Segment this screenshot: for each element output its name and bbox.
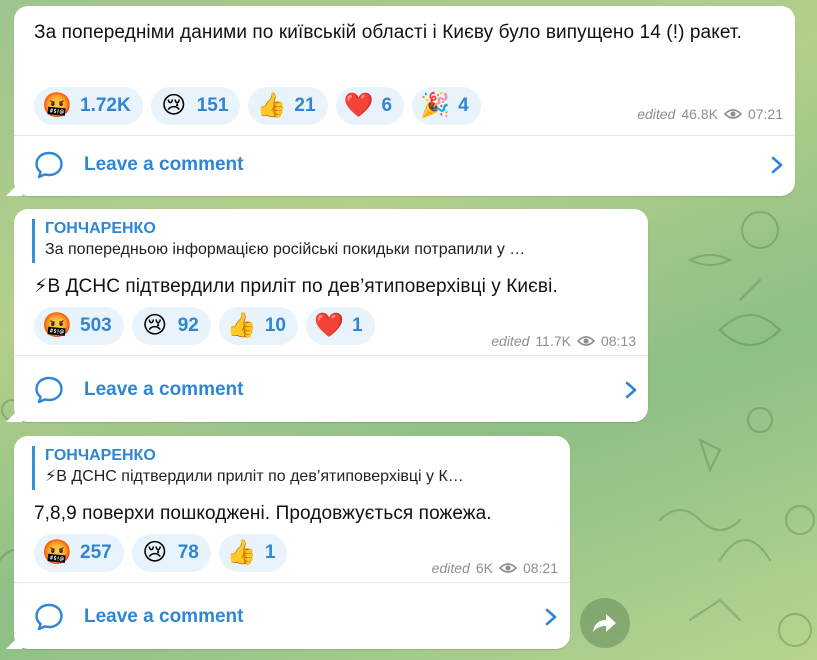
reply-text: ⚡В ДСНС підтвердили приліт по дев’ятипов…	[45, 468, 464, 485]
reactions-row: 🤬 503 😢 92 👍 10 ❤️ 1	[34, 307, 375, 345]
message-text: ⚡В ДСНС підтвердили приліт по дев’ятипов…	[34, 276, 558, 297]
crying-face-icon: 😢	[142, 539, 168, 566]
message-text: 7,8,9 поверхи пошкоджені. Продовжується …	[34, 503, 492, 524]
reaction-count: 1	[264, 542, 276, 563]
reaction-count: 4	[458, 95, 469, 116]
message-text: За попередніми даними по київській облас…	[34, 22, 742, 43]
reaction-count: 21	[294, 95, 316, 116]
reaction-count: 6	[381, 95, 393, 116]
eye-icon	[498, 563, 517, 573]
leave-comment-button[interactable]: Leave a comment	[34, 149, 784, 181]
divider	[14, 355, 648, 356]
reaction-crying[interactable]: 😢 92	[131, 307, 211, 345]
party-popper-icon: 🎉	[420, 92, 451, 119]
thumbs-up-icon: 👍	[226, 312, 257, 339]
leave-comment-button[interactable]: Leave a comment	[34, 601, 558, 633]
chevron-right-icon	[545, 608, 557, 626]
thumbs-up-icon: 👍	[256, 92, 287, 119]
reaction-heart[interactable]: ❤️ 1	[305, 307, 375, 345]
reaction-angry[interactable]: 🤬 257	[34, 534, 124, 572]
message-meta: edited 6K 08:21	[432, 560, 558, 576]
reaction-count: 10	[264, 315, 286, 336]
reaction-angry[interactable]: 🤬 503	[34, 307, 124, 345]
reaction-party[interactable]: 🎉 4	[412, 87, 481, 125]
reaction-thumbs-up[interactable]: 👍 21	[248, 87, 328, 125]
leave-comment-label: Leave a comment	[84, 606, 244, 627]
leave-comment-button[interactable]: Leave a comment	[34, 374, 638, 406]
leave-comment-label: Leave a comment	[84, 154, 244, 175]
share-arrow-icon	[593, 614, 616, 632]
red-heart-icon: ❤️	[314, 312, 344, 339]
eye-icon	[723, 109, 742, 119]
share-button[interactable]	[580, 598, 630, 648]
reaction-count: 1	[351, 315, 363, 336]
reactions-row: 🤬 257 😢 78 👍 1	[34, 534, 288, 572]
leave-comment-label: Leave a comment	[84, 379, 244, 400]
angry-face-icon: 🤬	[42, 312, 72, 339]
message-time: 08:13	[600, 333, 636, 349]
reply-author: ГОНЧАРЕНКО	[45, 447, 156, 464]
message-meta: edited 11.7K 08:13	[491, 333, 636, 349]
message-bubble-2: ГОНЧАРЕНКО За попередньою інформацією ро…	[14, 209, 648, 422]
view-count: 6K	[475, 560, 493, 576]
reaction-count: 151	[196, 95, 229, 116]
crying-face-icon: 😢	[142, 312, 168, 339]
edited-label: edited	[491, 333, 530, 349]
reply-preview[interactable]: ГОНЧАРЕНКО За попередньою інформацією ро…	[32, 219, 645, 263]
divider	[14, 582, 570, 583]
reaction-count: 92	[177, 315, 199, 336]
crying-face-icon: 😢	[161, 92, 187, 119]
reply-text: За попередньою інформацією російські пок…	[45, 241, 526, 258]
reaction-thumbs-up[interactable]: 👍 1	[218, 534, 288, 572]
reply-author: ГОНЧАРЕНКО	[45, 220, 156, 237]
edited-label: edited	[431, 560, 470, 576]
reaction-thumbs-up[interactable]: 👍 10	[218, 307, 298, 345]
message-bubble-3: ГОНЧАРЕНКО ⚡В ДСНС підтвердили приліт по…	[14, 436, 570, 649]
view-count: 11.7K	[535, 333, 571, 349]
reaction-heart[interactable]: ❤️ 6	[335, 87, 405, 125]
chevron-right-icon	[625, 381, 637, 399]
reaction-count: 257	[80, 542, 112, 563]
reaction-count: 78	[177, 542, 199, 563]
message-bubble-1: За попередніми даними по київській облас…	[14, 6, 795, 196]
thumbs-up-icon: 👍	[226, 539, 257, 566]
edited-label: edited	[637, 106, 676, 122]
reaction-angry[interactable]: 🤬 1.72K	[34, 87, 143, 125]
angry-face-icon: 🤬	[42, 539, 72, 566]
chevron-right-icon	[771, 156, 783, 174]
reply-preview[interactable]: ГОНЧАРЕНКО ⚡В ДСНС підтвердили приліт по…	[32, 446, 565, 490]
message-time: 07:21	[747, 106, 783, 122]
reaction-crying[interactable]: 😢 78	[131, 534, 211, 572]
eye-icon	[576, 336, 595, 346]
red-heart-icon: ❤️	[343, 92, 374, 119]
view-count: 46.8K	[681, 106, 718, 122]
comment-bubble-icon	[35, 603, 63, 631]
reaction-crying[interactable]: 😢 151	[150, 87, 241, 125]
comment-bubble-icon	[35, 376, 63, 404]
reaction-count: 1.72K	[80, 95, 131, 116]
reaction-count: 503	[80, 315, 112, 336]
message-time: 08:21	[522, 560, 558, 576]
message-meta: edited 46.8K 07:21	[637, 106, 783, 122]
reactions-row: 🤬 1.72K 😢 151 👍 21 ❤️ 6 🎉 4	[34, 87, 481, 125]
comment-bubble-icon	[35, 151, 63, 179]
divider	[14, 135, 795, 136]
angry-face-icon: 🤬	[42, 92, 72, 119]
